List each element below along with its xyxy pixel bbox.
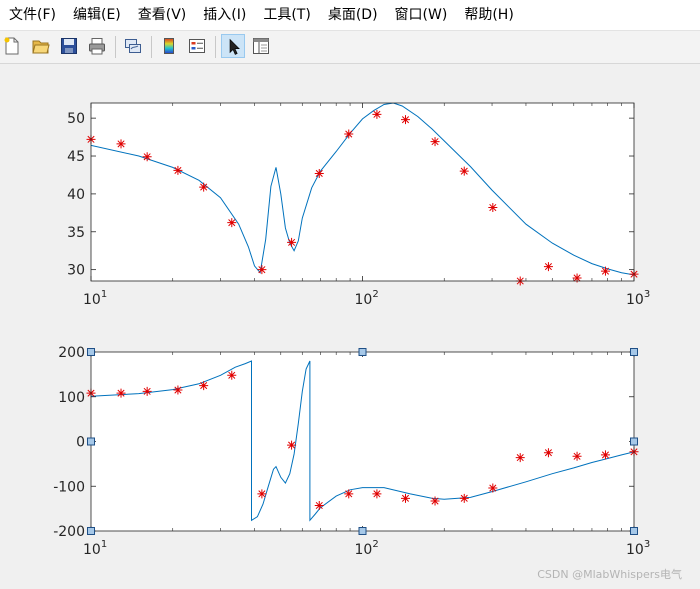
data-marker[interactable] [600, 266, 610, 276]
menu-insert[interactable]: 插入(I) [194, 0, 254, 30]
figure-canvas[interactable]: 101 102 1033035404550 101 102 103-200-100010… [0, 63, 700, 589]
data-marker[interactable] [515, 453, 525, 463]
x-tick-exponent: 3 [644, 539, 650, 550]
data-marker[interactable] [314, 500, 324, 510]
x-tick-exponent: 1 [101, 539, 107, 550]
x-tick-exponent: 2 [372, 539, 378, 550]
x-tick-base: 10 [83, 542, 101, 558]
data-marker[interactable] [543, 448, 553, 458]
menu-tools[interactable]: 工具(T) [254, 0, 318, 30]
toolbar-separator [215, 36, 216, 58]
y-tick-label: -100 [53, 479, 85, 495]
bottom-axes-phase[interactable]: 101 102 103-200-1000100200 [53, 345, 650, 558]
data-marker[interactable] [314, 168, 324, 178]
data-marker[interactable] [372, 109, 382, 119]
data-marker[interactable] [344, 489, 354, 499]
x-tick-base: 10 [355, 292, 373, 308]
axes-background [91, 103, 634, 281]
data-marker[interactable] [142, 386, 152, 396]
selection-handle[interactable] [358, 527, 367, 535]
y-tick-label: 30 [67, 263, 85, 279]
y-tick-label: 50 [67, 111, 85, 127]
x-tick-base: 10 [626, 542, 644, 558]
selection-handle[interactable] [87, 348, 95, 356]
menu-edit[interactable]: 编辑(E) [64, 0, 129, 30]
y-tick-label: 0 [76, 435, 85, 451]
y-tick-label: 40 [67, 187, 85, 203]
toolbar-separator [115, 36, 116, 58]
data-marker[interactable] [344, 129, 354, 139]
menu-view[interactable]: 查看(V) [129, 0, 195, 30]
data-marker[interactable] [372, 489, 382, 499]
x-tick-exponent: 1 [101, 289, 107, 300]
save-button[interactable] [57, 34, 81, 58]
x-tick-label: 101 [83, 289, 107, 308]
y-tick-label: 35 [67, 225, 85, 241]
data-marker[interactable] [572, 451, 582, 461]
data-marker[interactable] [287, 237, 297, 247]
data-marker[interactable] [459, 166, 469, 176]
data-marker[interactable] [459, 493, 469, 503]
selection-handle[interactable] [87, 437, 95, 446]
x-tick-base: 10 [626, 292, 644, 308]
top-axes-magnitude[interactable]: 101 102 1033035404550 [67, 102, 650, 308]
data-marker[interactable] [173, 385, 183, 395]
y-tick-label: 45 [67, 149, 85, 165]
print-button[interactable] [85, 34, 109, 58]
toolbar-separator [151, 36, 152, 58]
data-marker[interactable] [199, 381, 209, 391]
data-marker[interactable] [488, 203, 498, 213]
y-tick-label: 100 [58, 390, 85, 406]
link-plot-button[interactable] [121, 34, 145, 58]
menu-desktop[interactable]: 桌面(D) [319, 0, 386, 30]
data-marker[interactable] [116, 388, 126, 398]
x-tick-exponent: 3 [644, 289, 650, 300]
figure-toolbar [0, 30, 700, 64]
x-tick-label: 103 [626, 539, 650, 558]
data-marker[interactable] [257, 265, 267, 275]
x-tick-base: 10 [83, 292, 101, 308]
data-marker[interactable] [227, 218, 237, 228]
menu-window[interactable]: 窗口(W) [386, 0, 456, 30]
y-tick-label: -200 [53, 524, 85, 540]
data-marker[interactable] [430, 137, 440, 147]
selection-handle[interactable] [358, 348, 367, 356]
watermark-text: CSDN @MlabWhispers电气 [537, 568, 682, 581]
menu-file[interactable]: 文件(F) [0, 0, 64, 30]
data-marker[interactable] [227, 370, 237, 380]
property-editor-button[interactable] [249, 34, 273, 58]
menu-bar: 文件(F) 编辑(E) 查看(V) 插入(I) 工具(T) 桌面(D) 窗口(W) 帮助(H) [0, 0, 700, 30]
selection-handle[interactable] [630, 437, 638, 446]
data-marker[interactable] [199, 182, 209, 192]
selection-handle[interactable] [87, 527, 95, 535]
data-marker[interactable] [173, 165, 183, 175]
data-marker[interactable] [257, 489, 267, 499]
data-marker[interactable] [116, 139, 126, 149]
selection-handle[interactable] [630, 527, 638, 535]
data-marker[interactable] [600, 450, 610, 460]
selection-handle[interactable] [630, 348, 638, 356]
data-marker[interactable] [400, 115, 410, 125]
data-marker[interactable] [287, 440, 297, 450]
x-tick-label: 102 [355, 539, 379, 558]
insert-legend-button[interactable] [185, 34, 209, 58]
data-marker[interactable] [400, 493, 410, 503]
y-tick-label: 200 [58, 345, 85, 361]
axes-background [91, 352, 634, 531]
data-marker[interactable] [142, 152, 152, 162]
edit-plot-arrow-button[interactable] [221, 34, 245, 58]
new-figure-button[interactable] [0, 34, 24, 58]
x-tick-label: 103 [626, 289, 650, 308]
open-file-button[interactable] [29, 34, 53, 58]
x-tick-exponent: 2 [372, 289, 378, 300]
x-tick-base: 10 [355, 542, 373, 558]
insert-colorbar-button[interactable] [157, 34, 181, 58]
x-tick-label: 102 [355, 289, 379, 308]
x-tick-label: 101 [83, 539, 107, 558]
menu-help[interactable]: 帮助(H) [455, 0, 521, 30]
data-marker[interactable] [430, 496, 440, 506]
data-marker[interactable] [488, 483, 498, 493]
data-marker[interactable] [543, 262, 553, 272]
